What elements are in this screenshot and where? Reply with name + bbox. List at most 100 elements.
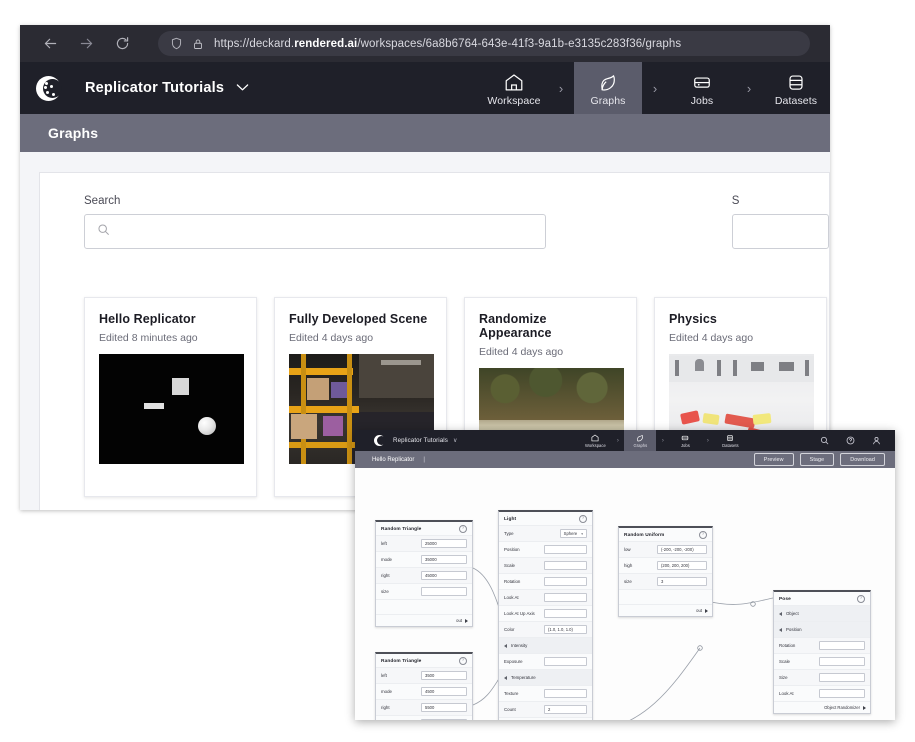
main-nav-tabs: Workspace › Graphs › Jobs › Datasets [480,62,830,114]
tab-workspace[interactable]: Workspace [480,62,548,114]
field-input[interactable]: 2 [544,705,587,714]
field-input[interactable] [544,609,587,618]
graph-pen-icon [637,434,644,441]
help-icon[interactable] [846,432,855,450]
field-input[interactable]: (1.0, 1.0, 1.0) [544,625,587,634]
field-input[interactable]: (-200, -200, -200) [657,545,707,554]
field-input[interactable]: 35000 [421,555,467,564]
editor-tab-graphs[interactable]: Graphs [624,430,657,451]
field-input[interactable] [544,561,587,570]
node-group-row[interactable]: Position [774,621,870,637]
graph-card[interactable]: Hello Replicator Edited 8 minutes ago [84,297,257,497]
field-input[interactable]: 25000 [421,539,467,548]
tab-separator: › [746,80,752,96]
field-input[interactable] [421,719,467,720]
help-icon[interactable]: ? [699,531,707,539]
search-icon[interactable] [820,432,829,450]
field-input[interactable] [819,673,865,682]
editor-subheader: Hello Replicator | Preview Stage Downloa… [355,451,895,468]
back-arrow-icon[interactable] [40,34,60,54]
node-header: Random Triangle ? [376,522,472,535]
shield-icon [170,37,184,51]
field-input[interactable]: (200, 200, 200) [657,561,707,570]
graph-pen-icon [598,70,618,92]
field-input[interactable] [819,657,865,666]
help-icon[interactable]: ? [459,525,467,533]
node-output-row: out [619,604,712,616]
editor-nav-tabs: Workspace › Graphs › Jobs › Datasets [579,430,746,451]
node-random-triangle[interactable]: Random Triangle ? left 25000 mode 35000 … [375,520,473,627]
field-input[interactable]: 3 [657,577,707,586]
node-field-row: Count 2 [499,701,592,717]
editor-tab-jobs[interactable]: Jobs [669,430,701,451]
node-field-row: size [376,583,472,599]
node-group-row[interactable]: Object [774,605,870,621]
account-icon[interactable] [872,432,881,450]
page-title-band: Graphs [20,114,830,152]
app-logo-wrap[interactable] [20,62,71,114]
field-value: 4500 [425,689,435,694]
sort-select[interactable] [731,214,829,249]
chevron-down-icon [236,80,249,96]
field-value: 2 [548,707,551,712]
field-input[interactable] [544,593,587,602]
field-input[interactable] [544,545,587,554]
workspace-selector[interactable]: Replicator Tutorials [85,62,249,114]
search-input[interactable] [120,223,533,240]
node-output-row: out [376,614,472,626]
output-port[interactable] [465,618,468,623]
field-input[interactable] [421,587,467,596]
chevron-down-icon[interactable]: ∨ [453,437,457,444]
field-label: Look At Up Axis [504,611,535,616]
card-edited: Edited 4 days ago [669,332,754,344]
preview-button[interactable]: Preview [753,453,794,466]
node-random-uniform[interactable]: Random Uniform ? low (-200, -200, -200) … [618,526,713,617]
output-port[interactable] [705,608,708,613]
help-icon[interactable]: ? [579,515,587,523]
node-group-row[interactable]: Intensity [499,637,592,653]
tab-graphs[interactable]: Graphs [574,62,642,114]
field-input[interactable]: 3500 [421,671,467,680]
type-select[interactable]: Sphere ▾ [559,529,587,538]
field-input[interactable] [544,577,587,586]
node-title: Random Uniform [624,532,665,538]
graph-canvas[interactable]: Random Triangle ? left 25000 mode 35000 … [355,468,895,720]
dark-scene-thumbnail [99,354,244,464]
node-field-row: Rotation [499,573,592,589]
editor-tab-workspace[interactable]: Workspace [579,430,611,451]
download-button[interactable]: Download [840,453,885,466]
field-input[interactable] [544,689,587,698]
help-icon[interactable]: ? [857,595,865,603]
stage-button[interactable]: Stage [799,453,835,466]
address-bar[interactable]: https://deckard.rendered.ai/workspaces/6… [158,31,810,56]
field-input[interactable] [819,641,865,650]
tab-datasets[interactable]: Datasets [762,62,830,114]
output-port[interactable] [863,705,866,710]
node-pose[interactable]: Pose ? Object Position Rotation Scale Si… [773,590,871,714]
tab-graphs-label: Graphs [590,94,626,107]
tab-datasets-label: Datasets [774,94,818,107]
field-label: right [381,573,390,578]
thumb-post [301,354,306,464]
search-box[interactable] [84,214,546,249]
breadcrumb[interactable]: Hello Replicator [372,457,414,463]
node-random-triangle[interactable]: Random Triangle ? left 3500 mode 4500 ri… [375,652,473,720]
node-group-row[interactable]: Temperature [499,669,592,685]
reload-icon[interactable] [112,34,132,54]
editor-tab-datasets[interactable]: Datasets [714,430,746,451]
help-icon[interactable]: ? [459,657,467,665]
field-input[interactable] [819,689,865,698]
editor-tab-graphs-label: Graphs [633,442,648,448]
home-icon [504,70,524,92]
field-input[interactable]: 4500 [421,687,467,696]
editor-workspace-name[interactable]: Replicator Tutorials [393,437,448,444]
field-input[interactable] [544,657,587,666]
forward-arrow-icon[interactable] [76,34,96,54]
field-input[interactable]: 5500 [421,703,467,712]
node-field-row: Type Sphere ▾ [499,525,592,541]
moon-crater-logo [374,435,386,446]
field-input[interactable]: 45000 [421,571,467,580]
field-value: 3 [661,579,664,584]
node-light[interactable]: Light ? Type Sphere ▾ Position Scale Rot… [498,510,593,720]
tab-jobs[interactable]: Jobs [668,62,736,114]
